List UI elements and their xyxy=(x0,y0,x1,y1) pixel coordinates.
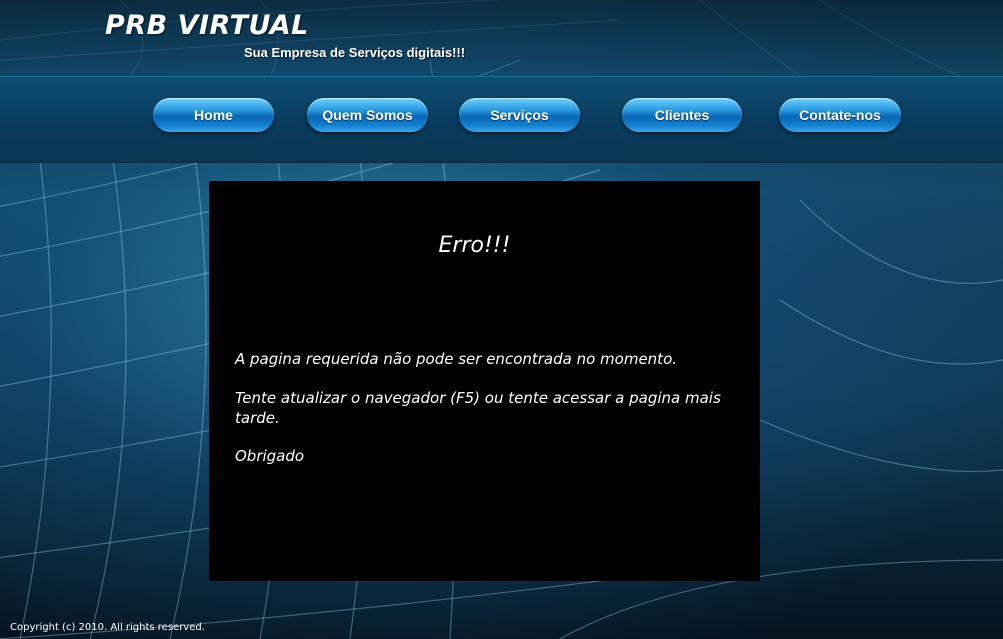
retry-instructions: Tente atualizar o navegador (F5) ou tent… xyxy=(235,389,721,427)
site-tagline: Sua Empresa de Serviços digitais!!! xyxy=(244,45,466,60)
page: PRB VIRTUAL Sua Empresa de Serviços digi… xyxy=(0,0,1003,639)
error-message: A pagina requerida não pode ser encontra… xyxy=(235,350,678,368)
nav-clientes-button[interactable]: Clientes xyxy=(622,98,742,132)
error-content-panel: Erro!!! A pagina requerida não pode ser … xyxy=(209,181,760,581)
nav-home-button[interactable]: Home xyxy=(153,98,274,132)
main-navigation: Home Quem Somos Serviços Clientes Contat… xyxy=(0,76,1003,163)
nav-contate-nos-button[interactable]: Contate-nos xyxy=(779,98,901,132)
error-heading: Erro!!! xyxy=(438,233,511,258)
copyright-text: Copyright (c) 2010. All rights reserved. xyxy=(10,622,205,633)
nav-servicos-button[interactable]: Serviços xyxy=(459,98,580,132)
site-header: PRB VIRTUAL Sua Empresa de Serviços digi… xyxy=(0,0,1003,76)
site-title: PRB VIRTUAL xyxy=(105,10,309,41)
thanks-text: Obrigado xyxy=(235,447,305,465)
nav-quem-somos-button[interactable]: Quem Somos xyxy=(307,98,428,132)
